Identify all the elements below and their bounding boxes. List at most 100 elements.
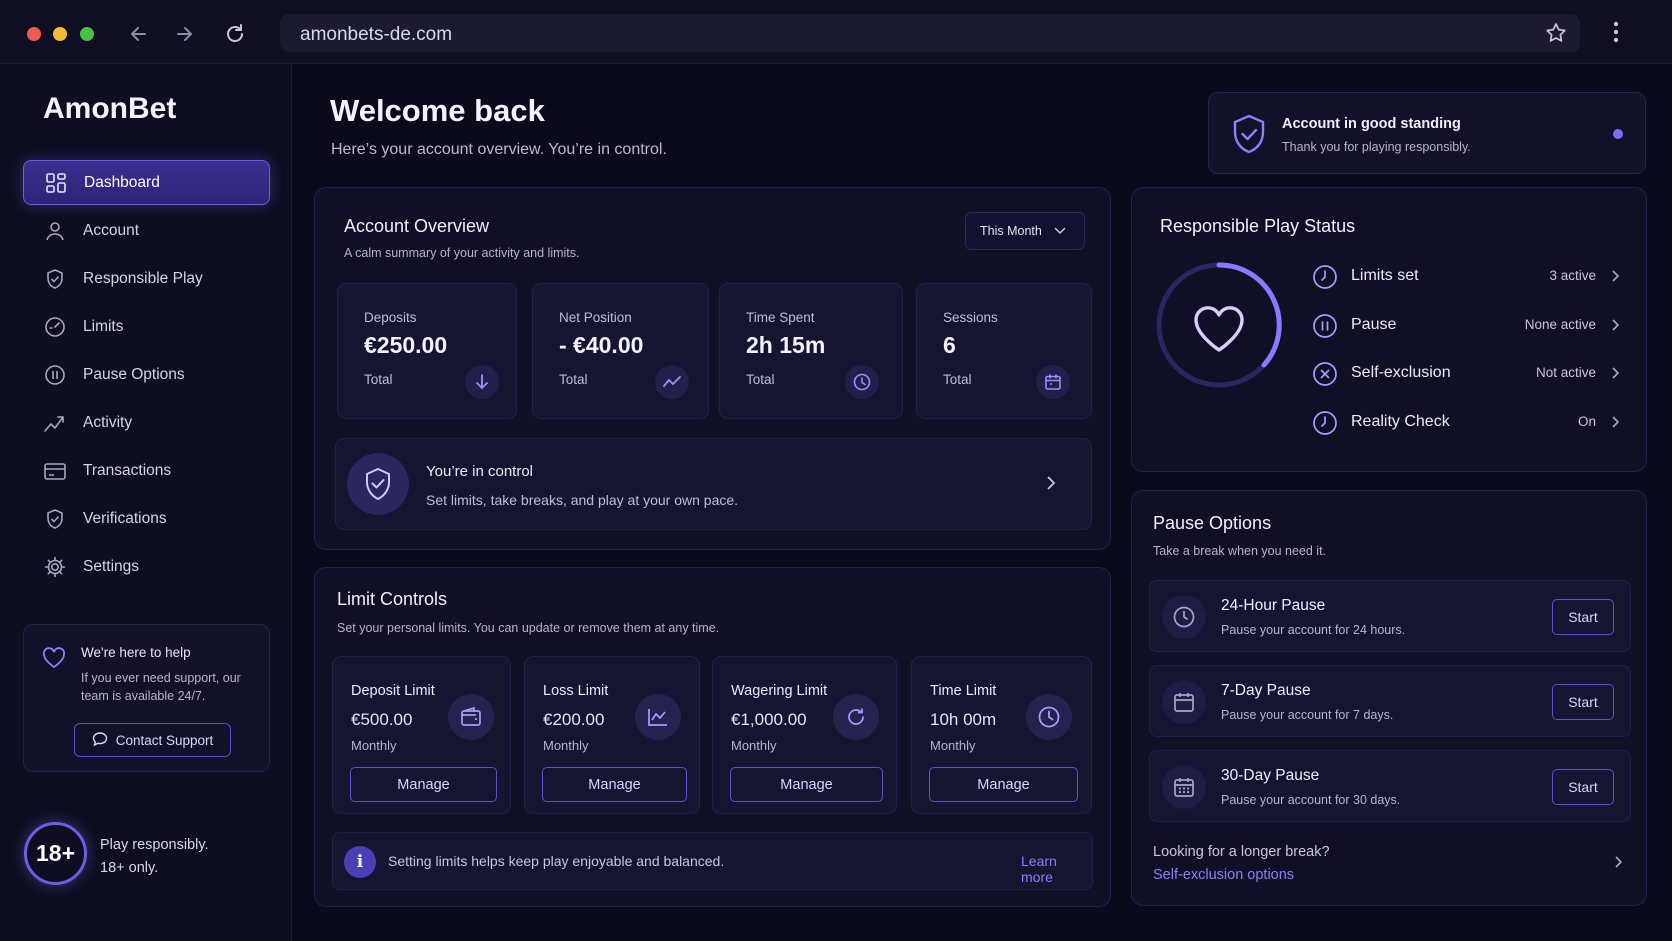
- sidebar-item-activity[interactable]: Activity: [23, 400, 270, 445]
- heart-icon: [1194, 306, 1244, 352]
- address-bar[interactable]: amonbets-de.com: [280, 14, 1580, 52]
- sidebar-item-limits[interactable]: Limits: [23, 304, 270, 349]
- contact-support-label: Contact Support: [115, 732, 214, 748]
- pause-icon: [43, 363, 67, 387]
- browser-toolbar: amonbets-de.com: [0, 0, 1672, 64]
- chart-icon: [635, 694, 681, 740]
- rp-value: Not active: [1535, 365, 1596, 380]
- back-arrow-icon[interactable]: [124, 19, 154, 49]
- gear-icon: [43, 555, 67, 579]
- limit-period: Monthly: [351, 738, 397, 753]
- maximize-window-dot[interactable]: [80, 27, 94, 41]
- forward-arrow-icon[interactable]: [169, 19, 199, 49]
- account-standing-banner: Account in good standing Thank you for p…: [1208, 92, 1646, 174]
- contact-support-button[interactable]: Contact Support: [74, 723, 231, 757]
- chevron-right-icon[interactable]: [1614, 855, 1623, 874]
- manage-loss-limit-button[interactable]: Manage: [542, 767, 687, 802]
- sidebar-item-responsible-play[interactable]: Responsible Play: [23, 256, 270, 301]
- pause-item-24-hour: 24-Hour Pause Pause your account for 24 …: [1149, 580, 1631, 652]
- manage-deposit-limit-button[interactable]: Manage: [350, 767, 497, 802]
- limits-info-text: Setting limits helps keep play enjoyable…: [388, 853, 725, 869]
- chevron-down-icon: [1054, 224, 1066, 238]
- gauge-icon: [43, 315, 67, 339]
- rp-row-reality-check[interactable]: Reality Check On: [1312, 408, 1628, 438]
- chevron-right-icon: [1611, 366, 1620, 385]
- clock-icon: [1312, 410, 1338, 441]
- card-icon: [43, 459, 67, 483]
- self-exclusion-options-link[interactable]: Self-exclusion options: [1153, 867, 1294, 883]
- stat-label: Deposits: [364, 310, 417, 325]
- rp-row-limits[interactable]: Limits set 3 active: [1312, 262, 1628, 292]
- url-text: amonbets-de.com: [300, 24, 453, 45]
- limit-value: €200.00: [543, 710, 605, 729]
- pause-item-title: 30-Day Pause: [1221, 767, 1320, 784]
- limit-loss: Loss Limit €200.00 Monthly Manage: [524, 656, 700, 814]
- stat-value: - €40.00: [559, 332, 644, 358]
- sidebar-item-label: Responsible Play: [83, 269, 203, 287]
- sidebar-item-label: Transactions: [83, 461, 172, 479]
- calendar-icon: [1162, 680, 1206, 724]
- sidebar-item-dashboard[interactable]: Dashboard: [23, 160, 270, 205]
- help-title: We're here to help: [81, 645, 191, 660]
- pause-title: Pause Options: [1153, 513, 1272, 533]
- chevron-right-icon: [1611, 415, 1620, 434]
- shield-check-icon: [43, 507, 67, 531]
- kebab-menu-icon[interactable]: [1612, 20, 1620, 49]
- shield-check-icon: [43, 267, 67, 291]
- close-window-dot[interactable]: [27, 27, 41, 41]
- sidebar-item-label: Activity: [83, 413, 133, 431]
- sidebar-item-pause-options[interactable]: Pause Options: [23, 352, 270, 397]
- play-responsibly-text: Play responsibly. 18+ only.: [100, 834, 209, 880]
- clock-icon: [1312, 264, 1338, 295]
- sidebar-item-account[interactable]: Account: [23, 208, 270, 253]
- rp-label: Self-exclusion: [1351, 364, 1451, 381]
- star-icon[interactable]: [1544, 21, 1568, 50]
- age-only-line: 18+ only.: [100, 860, 159, 876]
- start-24-hour-pause-button[interactable]: Start: [1552, 599, 1614, 635]
- stat-net-position: Net Position - €40.00 Total: [532, 283, 709, 419]
- stat-label: Net Position: [559, 310, 632, 325]
- sidebar-item-settings[interactable]: Settings: [23, 544, 270, 589]
- manage-wagering-limit-button[interactable]: Manage: [730, 767, 883, 802]
- stat-label: Time Spent: [746, 310, 815, 325]
- sidebar-item-transactions[interactable]: Transactions: [23, 448, 270, 493]
- start-30-day-pause-button[interactable]: Start: [1552, 769, 1614, 805]
- rp-row-self-exclusion[interactable]: Self-exclusion Not active: [1312, 359, 1628, 389]
- pause-item-subtitle: Pause your account for 30 days.: [1221, 793, 1401, 807]
- minimize-window-dot[interactable]: [53, 27, 67, 41]
- start-7-day-pause-button[interactable]: Start: [1552, 684, 1614, 720]
- limit-title: Wagering Limit: [731, 683, 828, 699]
- manage-time-limit-button[interactable]: Manage: [929, 767, 1078, 802]
- sidebar-item-label: Settings: [83, 557, 140, 575]
- heart-icon: [42, 647, 66, 674]
- rp-value: None active: [1524, 317, 1596, 332]
- wallet-icon: [448, 694, 494, 740]
- calendar-icon: [1036, 365, 1070, 399]
- learn-more-link[interactable]: Learn more: [1021, 853, 1092, 885]
- stat-label: Sessions: [943, 310, 998, 325]
- stat-deposits: Deposits €250.00 Total: [337, 283, 517, 419]
- clock-icon: [845, 365, 879, 399]
- pause-item-subtitle: Pause your account for 7 days.: [1221, 708, 1394, 722]
- standing-title: Account in good standing: [1282, 116, 1461, 132]
- stat-value: 2h 15m: [746, 332, 826, 358]
- rp-row-pause[interactable]: Pause None active: [1312, 311, 1628, 341]
- trend-icon: [655, 365, 689, 399]
- limit-title: Time Limit: [930, 683, 997, 699]
- pause-subtitle: Take a break when you need it.: [1153, 544, 1327, 558]
- brand-logo[interactable]: AmonBet: [43, 92, 176, 126]
- overview-title: Account Overview: [344, 216, 490, 236]
- limit-period: Monthly: [731, 738, 777, 753]
- responsible-play-status-card: Responsible Play Status Limits set 3 act…: [1131, 187, 1647, 472]
- limits-info-bar: i Setting limits helps keep play enjoyab…: [332, 832, 1093, 890]
- reload-icon[interactable]: [220, 19, 250, 49]
- info-icon: i: [344, 846, 376, 878]
- period-select[interactable]: This Month: [965, 212, 1085, 250]
- sidebar-item-verifications[interactable]: Verifications: [23, 496, 270, 541]
- stat-sub: Total: [364, 372, 393, 387]
- rp-label: Limits set: [1351, 267, 1419, 284]
- period-select-value: This Month: [980, 224, 1042, 238]
- in-control-row[interactable]: You’re in control Set limits, take break…: [335, 438, 1092, 530]
- sidebar-item-label: Pause Options: [83, 365, 185, 383]
- chevron-right-icon: [1611, 269, 1620, 288]
